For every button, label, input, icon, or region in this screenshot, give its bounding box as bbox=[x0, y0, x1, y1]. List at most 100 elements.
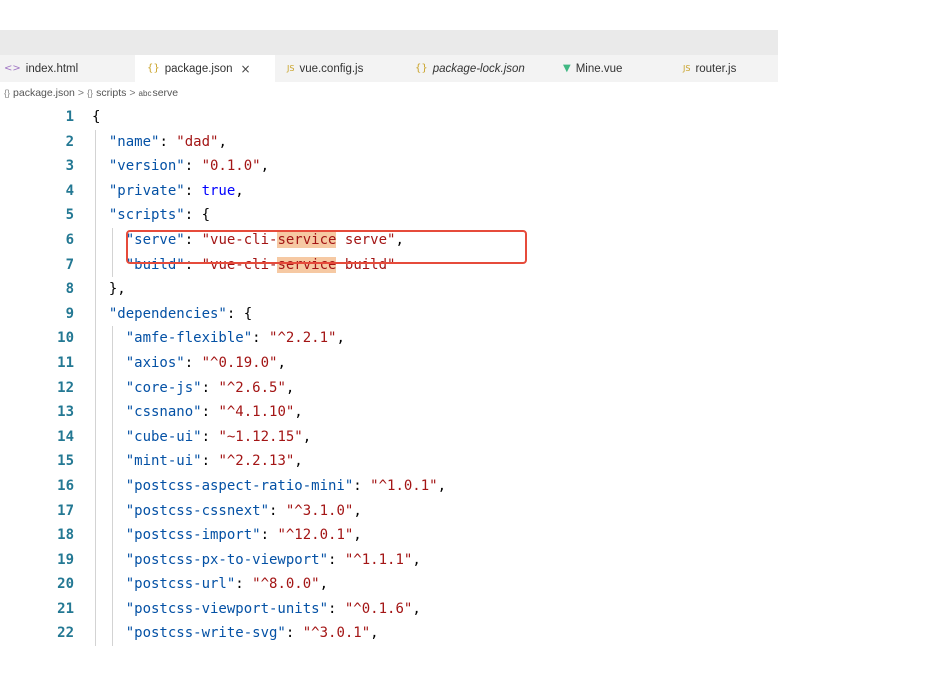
tab-router-js[interactable]: JS router.js bbox=[671, 55, 776, 82]
indent-guide bbox=[111, 400, 113, 425]
line-number: 7 bbox=[65, 256, 74, 273]
code-text: "postcss-write-svg": "^3.0.1", bbox=[126, 621, 379, 646]
tab-vue-config-js[interactable]: JS vue.config.js bbox=[275, 55, 403, 82]
code-line: 16 "postcss-aspect-ratio-mini": "^1.0.1", bbox=[0, 473, 778, 499]
tab-package-lock-json[interactable]: {} package-lock.json bbox=[403, 55, 551, 82]
code-line: 19 "postcss-px-to-viewport": "^1.1.1", bbox=[0, 547, 778, 573]
json-key: "dependencies" bbox=[108, 305, 227, 322]
code-text: "mint-ui": "^2.2.13", bbox=[126, 449, 303, 474]
code-line: 10 "amfe-flexible": "^2.2.1", bbox=[0, 326, 778, 351]
json-string: "vue-cli- bbox=[201, 256, 278, 273]
punctuation: : bbox=[201, 404, 219, 421]
punctuation: : { bbox=[184, 207, 211, 224]
code-text: "version": "0.1.0", bbox=[109, 154, 269, 179]
code-line: 13 "cssnano": "^4.1.10", bbox=[0, 400, 778, 425]
punctuation: : bbox=[184, 354, 202, 371]
line-number: 8 bbox=[65, 281, 74, 298]
breadcrumb-file[interactable]: package.json bbox=[13, 87, 75, 99]
indent-guide bbox=[111, 350, 113, 376]
json-string: "^1.0.1" bbox=[370, 477, 438, 494]
line-number: 19 bbox=[57, 551, 74, 568]
punctuation: }, bbox=[108, 281, 126, 298]
tab-mine-vue[interactable]: ▼ Mine.vue bbox=[551, 55, 671, 82]
json-key: "core-js" bbox=[125, 379, 202, 396]
indent-guide bbox=[95, 498, 96, 524]
breadcrumb-item[interactable]: serve bbox=[152, 87, 178, 99]
code-text: }, bbox=[109, 277, 126, 302]
indent-guide bbox=[95, 227, 96, 253]
vue-file-icon: ▼ bbox=[563, 63, 571, 74]
code-line: 9 "dependencies": { bbox=[0, 301, 778, 327]
code-text: "cssnano": "^4.1.10", bbox=[126, 400, 303, 425]
json-string: "dad" bbox=[176, 133, 219, 150]
punctuation: , bbox=[235, 182, 244, 199]
code-text: "build": "vue-cli-service build" bbox=[126, 253, 395, 278]
code-line: 5 "scripts": { bbox=[0, 203, 778, 228]
indent-guide bbox=[95, 572, 96, 597]
code-text: "core-js": "^2.6.5", bbox=[126, 376, 295, 401]
tab-index-html[interactable]: <> index.html bbox=[0, 55, 135, 82]
punctuation: , bbox=[294, 453, 303, 470]
indent-guide bbox=[111, 326, 113, 351]
line-number: 2 bbox=[65, 133, 74, 150]
json-key: "mint-ui" bbox=[125, 453, 202, 470]
json-key: "postcss-import" bbox=[125, 527, 261, 544]
code-text: "postcss-aspect-ratio-mini": "^1.0.1", bbox=[126, 474, 446, 499]
line-number: 4 bbox=[65, 182, 74, 199]
json-string: "0.1.0" bbox=[201, 158, 261, 175]
indent-guide bbox=[95, 277, 96, 302]
punctuation: , bbox=[370, 625, 379, 642]
indent-guide bbox=[95, 326, 96, 351]
punctuation: : bbox=[201, 428, 219, 445]
punctuation: , bbox=[319, 576, 329, 593]
punctuation: , bbox=[353, 502, 362, 519]
object-icon: {} bbox=[87, 88, 94, 98]
indent-guide bbox=[95, 424, 96, 450]
code-line: 22 "postcss-write-svg": "^3.0.1", bbox=[0, 621, 778, 647]
code-text: "name": "dad", bbox=[109, 130, 227, 155]
punctuation: : { bbox=[226, 305, 253, 322]
json-key: "name" bbox=[108, 133, 160, 150]
indent-guide bbox=[95, 449, 96, 474]
json-string: "^3.0.1" bbox=[302, 625, 371, 642]
json-key: "axios" bbox=[125, 354, 185, 371]
breadcrumb-section[interactable]: scripts bbox=[96, 87, 126, 99]
tab-label: package.json bbox=[164, 62, 233, 75]
json-key: "postcss-aspect-ratio-mini" bbox=[125, 477, 354, 494]
code-line: 14 "cube-ui": "~1.12.15", bbox=[0, 424, 778, 450]
code-text: "axios": "^0.19.0", bbox=[126, 351, 286, 376]
indent-guide bbox=[95, 375, 96, 401]
js-file-icon: JS bbox=[683, 64, 691, 73]
json-key: "postcss-viewport-units" bbox=[125, 600, 329, 617]
html-file-icon: <> bbox=[4, 63, 21, 74]
string-icon: abc bbox=[138, 88, 152, 98]
code-line: 15 "mint-ui": "^2.2.13", bbox=[0, 449, 778, 474]
json-file-icon: {} bbox=[147, 63, 160, 74]
punctuation: : bbox=[260, 527, 278, 544]
punctuation: : bbox=[201, 453, 219, 470]
punctuation: , bbox=[277, 354, 286, 371]
code-text: "postcss-import": "^12.0.1", bbox=[126, 523, 362, 548]
line-number: 22 bbox=[57, 625, 74, 642]
indent-guide bbox=[95, 178, 96, 204]
indent-guide bbox=[95, 203, 96, 228]
json-key: "postcss-url" bbox=[125, 576, 236, 593]
punctuation: : bbox=[201, 379, 219, 396]
json-string: "^3.1.0" bbox=[285, 502, 354, 519]
line-number: 10 bbox=[57, 330, 74, 347]
json-key: "version" bbox=[108, 158, 185, 175]
tab-package-json[interactable]: {} package.json × bbox=[135, 55, 275, 82]
code-text: "dependencies": { bbox=[109, 302, 252, 327]
punctuation: : bbox=[269, 502, 286, 519]
punctuation: : bbox=[184, 256, 202, 273]
code-line: 21 "postcss-viewport-units": "^0.1.6", bbox=[0, 596, 778, 622]
indent-guide bbox=[95, 301, 96, 327]
code-area[interactable]: 1{2 "name": "dad", 3 "version": "0.1.0", 4 "p… bbox=[0, 105, 778, 647]
close-tab-icon[interactable]: × bbox=[241, 62, 251, 76]
punctuation: : bbox=[252, 330, 270, 347]
punctuation: : bbox=[285, 625, 303, 642]
breadcrumb: {} package.json > {} scripts > abc serve bbox=[4, 85, 178, 101]
line-number: 12 bbox=[57, 379, 74, 396]
code-text: "serve": "vue-cli-service serve", bbox=[126, 228, 404, 253]
code-line: 18 "postcss-import": "^12.0.1", bbox=[0, 523, 778, 548]
